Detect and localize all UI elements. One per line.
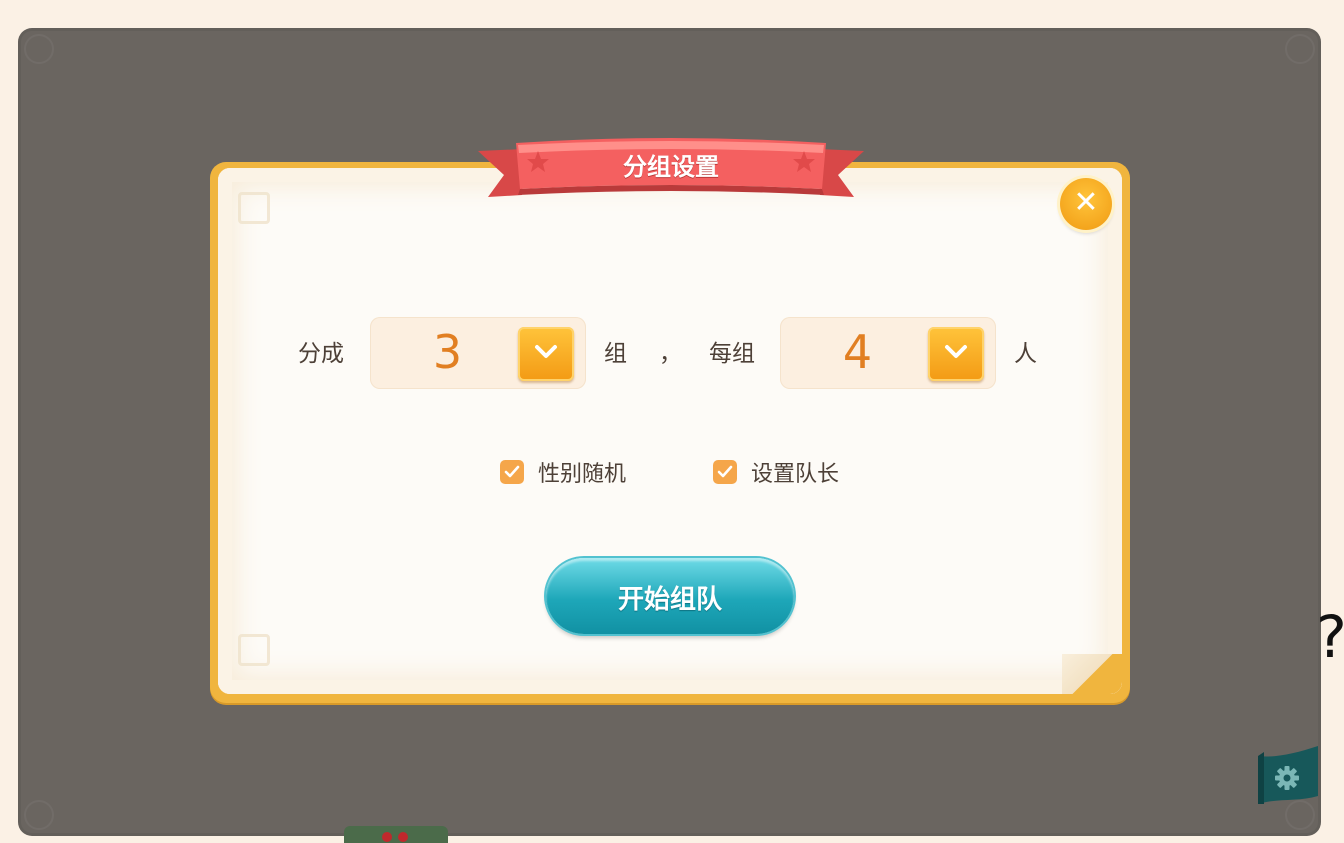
split-label: 分成 bbox=[298, 341, 344, 367]
group-count-dropdown-button[interactable] bbox=[518, 327, 574, 381]
settings-button[interactable] bbox=[1254, 746, 1320, 804]
per-group-dropdown-button[interactable] bbox=[928, 327, 984, 381]
close-icon: ✕ bbox=[1073, 184, 1099, 220]
separator-comma: ， bbox=[659, 341, 682, 367]
checkbox-checked[interactable] bbox=[500, 460, 524, 484]
gear-icon bbox=[1258, 746, 1318, 804]
corner-ornament bbox=[1285, 34, 1315, 64]
corner-ornament bbox=[24, 34, 54, 64]
help-mark[interactable]: ? bbox=[1316, 608, 1344, 666]
checkbox-checked[interactable] bbox=[713, 460, 737, 484]
set-captain-checkbox[interactable]: 设置队长 bbox=[713, 456, 839, 488]
title-ribbon: 分组设置 bbox=[478, 137, 864, 203]
person-unit: 人 bbox=[1014, 341, 1037, 367]
chevron-down-icon bbox=[533, 344, 559, 364]
paper-ornament bbox=[238, 192, 270, 224]
random-gender-label: 性别随机 bbox=[538, 462, 627, 487]
page-curl bbox=[1062, 654, 1122, 694]
corner-ornament bbox=[24, 800, 54, 830]
group-count-value: 3 bbox=[432, 325, 463, 379]
close-button[interactable]: ✕ bbox=[1060, 178, 1112, 230]
corner-ornament bbox=[1285, 800, 1315, 830]
per-group-label: 每组 bbox=[709, 341, 755, 367]
per-group-count-select[interactable]: 4 bbox=[780, 317, 996, 389]
start-team-button[interactable]: 开始组队 bbox=[546, 558, 794, 634]
group-unit: 组 bbox=[604, 341, 627, 367]
paper-ornament bbox=[238, 634, 270, 666]
random-gender-checkbox[interactable]: 性别随机 bbox=[500, 456, 626, 488]
group-count-select[interactable]: 3 bbox=[370, 317, 586, 389]
dialog-title: 分组设置 bbox=[623, 153, 719, 181]
start-team-label: 开始组队 bbox=[617, 585, 722, 615]
check-icon bbox=[504, 465, 520, 478]
set-captain-label: 设置队长 bbox=[751, 462, 840, 487]
per-group-count-value: 4 bbox=[842, 325, 873, 379]
check-icon bbox=[717, 465, 733, 478]
background-character bbox=[344, 826, 448, 843]
chevron-down-icon bbox=[943, 344, 969, 364]
